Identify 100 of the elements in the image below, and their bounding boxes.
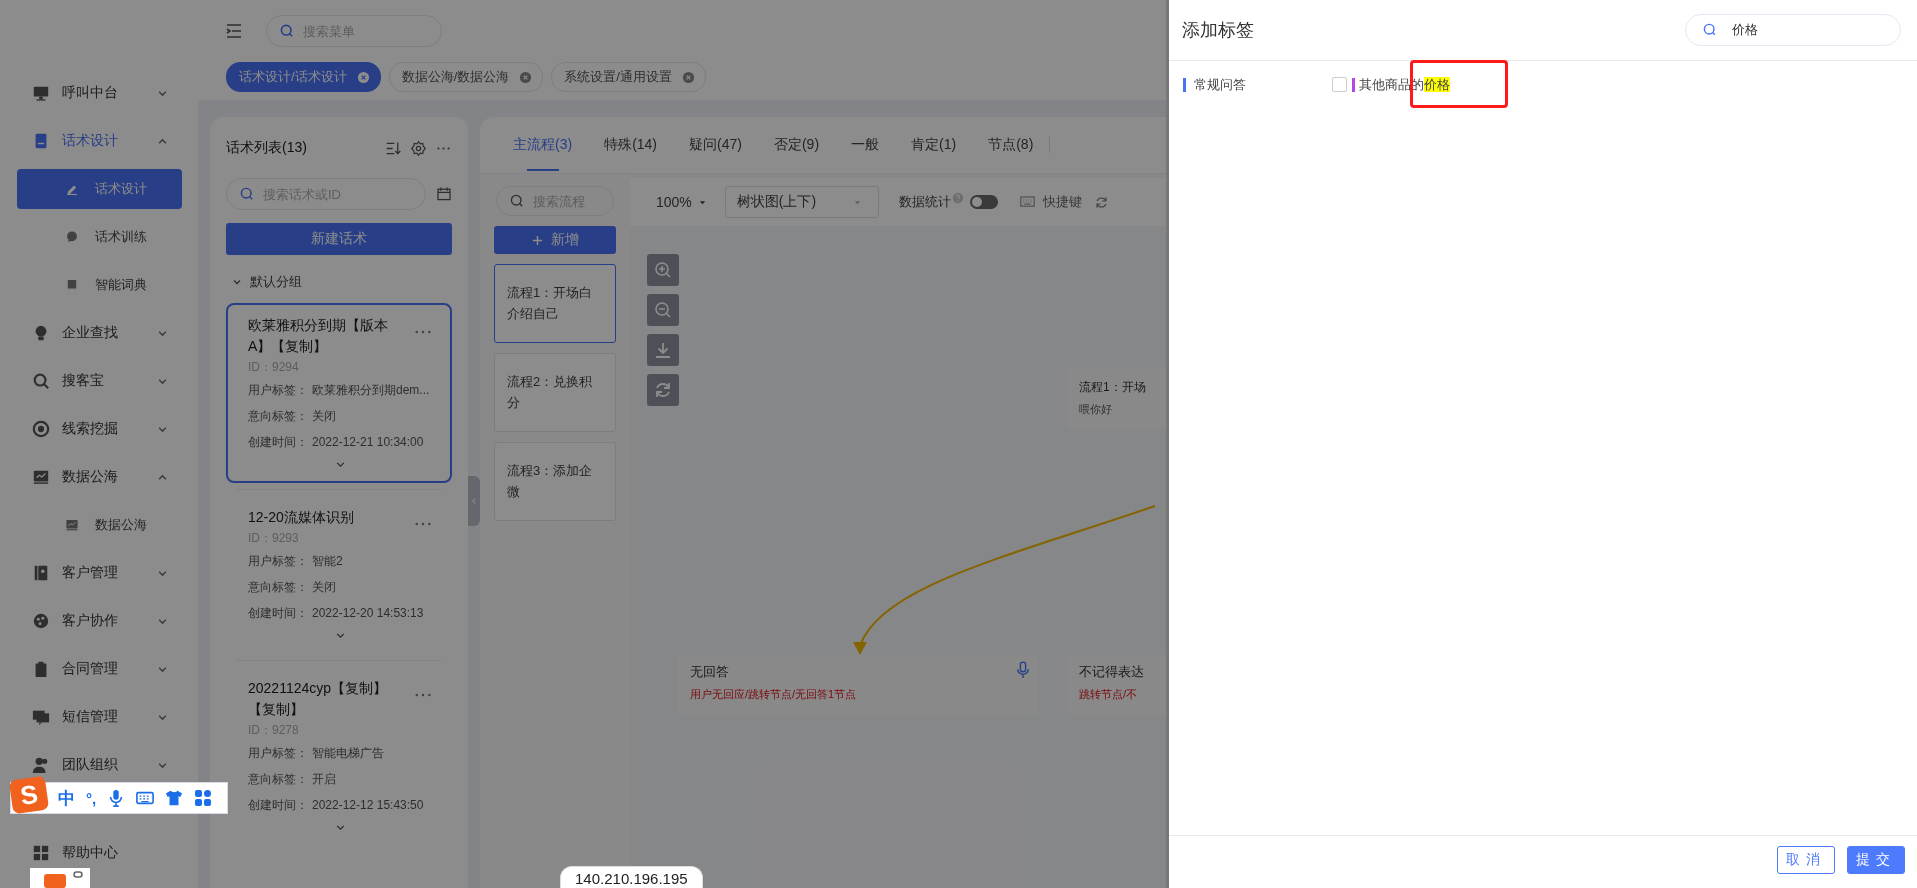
plus-icon (531, 234, 543, 246)
node-subtitle: 跳转节点/不 (1079, 687, 1138, 702)
field-value: 智能2 (312, 553, 343, 570)
flow-tab[interactable]: 一般 (835, 117, 896, 173)
panel-title: 话术列表(13) (226, 139, 307, 157)
zoom-in-icon (653, 260, 673, 280)
field-label: 意向标签： (248, 579, 309, 596)
flow-item[interactable]: 流程3：添加企微 (494, 442, 616, 521)
refresh-icon[interactable] (1093, 194, 1109, 210)
chart-icon (32, 468, 50, 486)
book-icon (65, 278, 79, 292)
sidebar-subitem[interactable]: 智能词典 (17, 265, 182, 305)
cancel-button[interactable]: 取消 (1777, 846, 1835, 874)
search-icon (509, 193, 525, 209)
sidebar-item[interactable]: 话术设计 (0, 117, 198, 165)
node-title: 无回答 (690, 663, 729, 681)
dotted-circle-icon (32, 612, 50, 630)
contacts-icon (32, 564, 50, 582)
microphone-icon[interactable] (1016, 661, 1030, 679)
chat-bubble-icon (65, 230, 79, 244)
close-icon[interactable] (519, 70, 533, 84)
keyboard-icon[interactable] (136, 789, 155, 807)
ip-badge: 140.210.196.195 (560, 866, 703, 888)
chevron-down-icon (232, 277, 242, 287)
grid-icon[interactable] (194, 789, 213, 807)
drawer-title: 添加标签 (1182, 19, 1254, 42)
search-icon (239, 186, 255, 202)
settings-icon[interactable] (410, 139, 427, 157)
magnifier-icon (32, 372, 50, 390)
page-tab[interactable]: 系统设置/通用设置 (551, 62, 706, 92)
stats-toggle[interactable] (969, 195, 998, 209)
grid-icon (32, 844, 50, 862)
calendar-icon[interactable] (436, 186, 452, 202)
menu-icon[interactable] (224, 21, 244, 41)
close-icon[interactable] (681, 70, 695, 84)
more-icon[interactable] (414, 329, 432, 335)
shortcut-button[interactable]: 快捷键 (1019, 193, 1082, 211)
download-icon (653, 340, 673, 360)
sidebar-item[interactable]: 线索挖掘 (0, 405, 198, 453)
close-icon[interactable] (356, 70, 370, 84)
ime-mode[interactable]: 中 (58, 786, 75, 810)
sidebar-item[interactable]: 短信管理 (0, 693, 198, 741)
category-label: 常规问答 (1183, 77, 1332, 92)
field-value: 2022-12-12 15:43:50 (312, 797, 424, 814)
field-label: 用户标签： (248, 745, 309, 762)
refresh-icon (653, 380, 673, 400)
node-title: 不记得表达 (1079, 663, 1144, 681)
sidebar-subitem[interactable]: 话术训练 (17, 217, 182, 257)
field-label: 意向标签： (248, 408, 309, 425)
layout-select[interactable]: 树状图(上下) (724, 186, 879, 218)
flow-tab[interactable]: 特殊(14) (588, 117, 674, 173)
field-value: 智能电梯广告 (312, 745, 384, 762)
reset-button[interactable] (647, 374, 679, 406)
zoom-out-icon (653, 300, 673, 320)
target-icon (32, 420, 50, 438)
flow-item[interactable]: 流程2：兑换积分 (494, 353, 616, 432)
sidebar-item[interactable]: 客户协作 (0, 597, 198, 645)
flow-tab[interactable]: 节点(8) (972, 137, 1051, 153)
sidebar-item[interactable]: 企业查找 (0, 309, 198, 357)
new-script-button[interactable]: 新建话术 (226, 223, 452, 255)
flow-tab[interactable]: 肯定(1) (895, 117, 973, 173)
sidebar-subitem[interactable]: 数据公海 (17, 505, 182, 545)
ime-punctuation[interactable]: °, (86, 789, 97, 807)
group-toggle[interactable]: 默认分组 (226, 271, 452, 293)
ime-tray-icon[interactable] (30, 868, 90, 888)
search-input[interactable]: 价格 (1732, 22, 1884, 38)
collapse-handle[interactable] (468, 476, 480, 526)
zoom-out-button[interactable] (647, 294, 679, 326)
script-title: 12-20流媒体识别 (248, 508, 355, 527)
page-tab[interactable]: 数据公海/数据公海 (388, 62, 544, 92)
sidebar-item[interactable]: 搜客宝 (0, 357, 198, 405)
flow-tab[interactable]: 疑问(47) (673, 117, 758, 173)
more-icon[interactable] (414, 692, 432, 698)
sidebar-subitem[interactable]: 话术设计 (17, 169, 182, 209)
field-label: 创建时间： (248, 797, 309, 814)
node-title: 流程1：开场 (1079, 379, 1146, 396)
script-title: 欧莱雅积分到期【版本A】【复制】 (248, 316, 389, 356)
field-label: 创建时间： (248, 605, 309, 622)
node-subtitle: 喂你好 (1079, 402, 1112, 417)
more-icon[interactable] (414, 521, 432, 527)
chevron-left-icon (470, 497, 478, 505)
flow-tab[interactable]: 主流程(3) (497, 117, 589, 173)
field-value: 2022-12-20 14:53:13 (312, 605, 424, 622)
submit-button[interactable]: 提交 (1847, 846, 1905, 874)
add-flow-button[interactable]: 新增 (494, 226, 616, 254)
sidebar-item[interactable]: 合同管理 (0, 645, 198, 693)
flow-tab[interactable]: 否定(9) (757, 117, 836, 173)
shirt-icon[interactable] (165, 789, 184, 807)
sidebar-item[interactable]: 呼叫中台 (0, 69, 198, 117)
sidebar-item[interactable]: 数据公海 (0, 453, 198, 501)
download-button[interactable] (647, 334, 679, 366)
zoom-in-button[interactable] (647, 254, 679, 286)
field-value: 开启 (312, 771, 336, 788)
sidebar-item[interactable]: 客户管理 (0, 549, 198, 597)
chart-icon (65, 518, 79, 532)
tag-checkbox[interactable] (1332, 77, 1347, 92)
flow-item[interactable]: 流程1：开场白介绍自己 (494, 264, 616, 343)
script-title: 20221124cyp【复制】【复制】 (248, 679, 389, 719)
page-tab[interactable]: 话术设计/话术设计 (226, 62, 381, 92)
zoom-dropdown[interactable]: 100% (656, 194, 707, 210)
